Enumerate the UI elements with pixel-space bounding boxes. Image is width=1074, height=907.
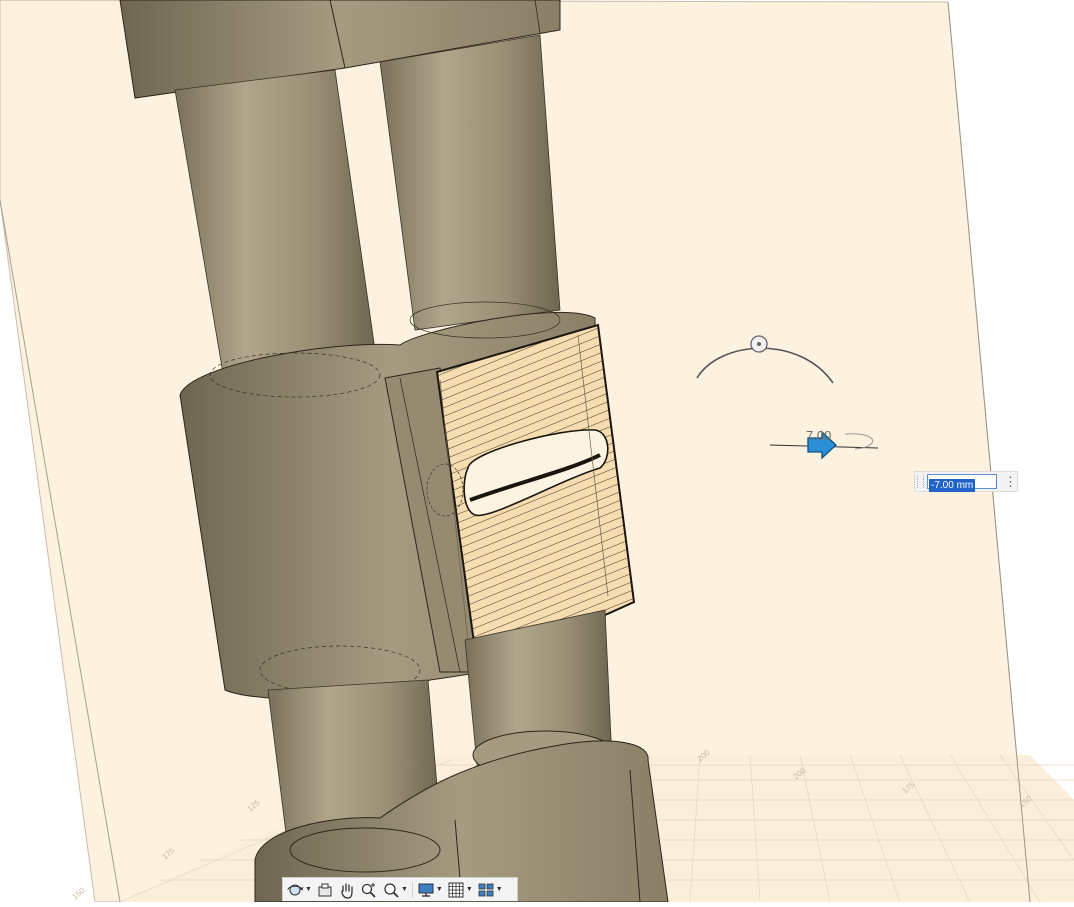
distance-input[interactable]: -7.00 mm	[927, 474, 997, 492]
distance-input-value: -7.00 mm	[929, 479, 976, 492]
grid-icon	[447, 881, 465, 899]
pan-button[interactable]	[338, 880, 356, 900]
zoom-button[interactable]	[360, 880, 378, 900]
display-settings-icon	[417, 881, 435, 899]
grid-settings-button[interactable]: ▼	[447, 880, 473, 900]
fit-view-button[interactable]: ▼	[382, 880, 408, 900]
grid-menu-caret[interactable]: ▼	[466, 886, 473, 893]
orbit-icon	[286, 881, 304, 899]
viewports-icon	[477, 881, 495, 899]
more-vertical-icon[interactable]: ⋮	[1004, 473, 1017, 490]
look-at-button[interactable]	[316, 880, 334, 900]
drag-grip-icon[interactable]	[917, 475, 924, 488]
look-at-icon	[316, 881, 334, 899]
navigation-toolbar: ▼ ▼ ▼ ▼ ▼	[282, 877, 518, 901]
viewports-menu-caret[interactable]: ▼	[496, 886, 503, 893]
dimension-input-box: -7.00 mm ⋮	[914, 471, 1018, 492]
dimension-label: 7.00	[806, 428, 832, 443]
orbit-menu-caret[interactable]: ▼	[305, 886, 312, 893]
zoom-icon	[360, 881, 378, 899]
fit-view-icon	[382, 881, 400, 899]
grid-label: 150	[71, 886, 87, 902]
pan-hand-icon	[338, 881, 356, 899]
viewports-button[interactable]: ▼	[477, 880, 503, 900]
model-canvas[interactable]: 200 200 175 150 125 175 150	[0, 0, 1074, 903]
display-settings-button[interactable]: ▼	[417, 880, 443, 900]
display-settings-menu-caret[interactable]: ▼	[436, 886, 443, 893]
toolbar-separator	[411, 881, 413, 898]
design-viewport[interactable]: 200 200 175 150 125 175 150 7.00 -7.00 m…	[0, 0, 1074, 903]
orbit-button[interactable]: ▼	[286, 880, 312, 900]
fit-view-menu-caret[interactable]: ▼	[401, 886, 408, 893]
